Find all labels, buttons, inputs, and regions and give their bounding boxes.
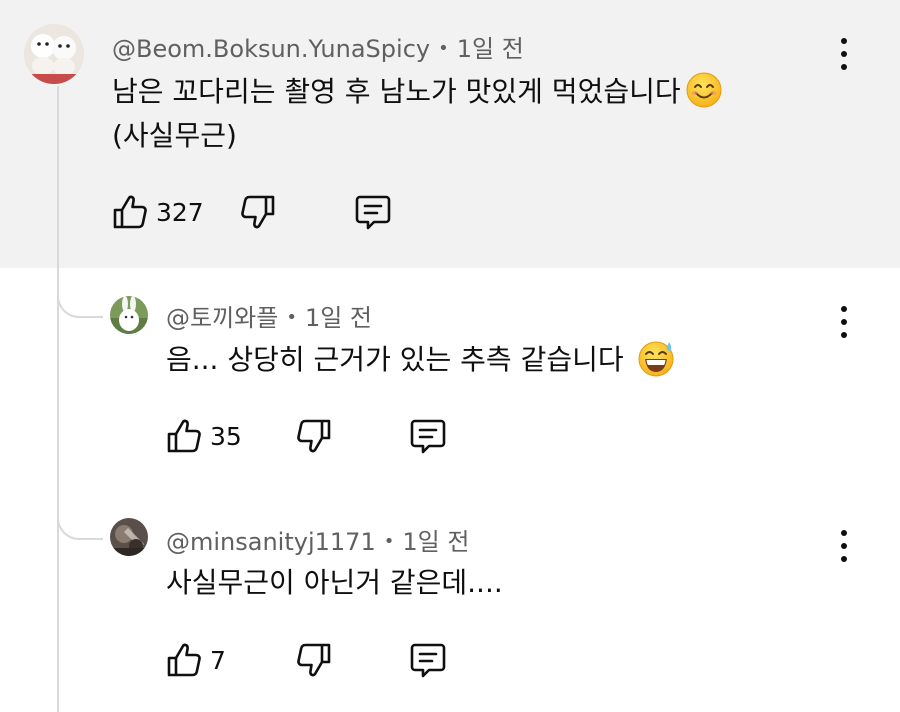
- smiling-face-emoji-icon: [686, 72, 722, 108]
- separator-dot: •: [286, 307, 297, 328]
- more-options-button[interactable]: [832, 528, 856, 564]
- reply-icon: [355, 194, 391, 230]
- like-count: 7: [210, 645, 226, 675]
- thumbs-up-icon: [166, 642, 202, 678]
- timestamp[interactable]: 1일 전: [457, 35, 524, 63]
- like-button[interactable]: 35: [166, 414, 242, 458]
- reply-icon: [410, 418, 446, 454]
- reply-button[interactable]: [410, 414, 446, 458]
- timestamp[interactable]: 1일 전: [402, 528, 469, 556]
- more-options-button[interactable]: [832, 36, 856, 72]
- separator-dot: •: [383, 531, 395, 552]
- comment-text: 음... 상당히 근거가 있는 추측 같습니다: [166, 338, 676, 382]
- comment-meta: @토끼와플 • 1일 전: [166, 298, 372, 333]
- thumbs-down-icon: [240, 194, 276, 230]
- comment-line-2: (사실무근): [112, 119, 237, 152]
- thumbs-down-icon: [296, 642, 332, 678]
- reply-icon: [410, 642, 446, 678]
- avatar[interactable]: [110, 296, 148, 334]
- reply-connector: [57, 508, 103, 540]
- like-button[interactable]: 7: [166, 638, 226, 682]
- like-button[interactable]: 327: [112, 190, 204, 234]
- rabbit-avatar-icon: [110, 296, 148, 334]
- more-options-button[interactable]: [832, 304, 856, 340]
- author-name[interactable]: @Beom.Boksun.YunaSpicy: [112, 35, 430, 63]
- reply-connector: [57, 286, 103, 318]
- comment-line-1: 사실무근이 아닌거 같은데....: [166, 566, 503, 599]
- comment-text: 남은 꼬다리는 촬영 후 남노가 맛있게 먹었습니다 (사실무근): [112, 70, 723, 158]
- like-count: 35: [210, 421, 242, 451]
- author-name[interactable]: @토끼와플: [166, 304, 278, 332]
- timestamp[interactable]: 1일 전: [305, 304, 372, 332]
- author-name[interactable]: @minsanityj1171: [166, 528, 376, 556]
- thread-line: [57, 86, 59, 712]
- thumbs-down-icon: [296, 418, 332, 454]
- dogs-avatar-icon: [24, 24, 84, 84]
- avatar[interactable]: [24, 24, 84, 84]
- thumbs-up-icon: [166, 418, 202, 454]
- dislike-button[interactable]: [296, 638, 332, 682]
- dislike-button[interactable]: [240, 190, 276, 234]
- separator-dot: •: [438, 38, 449, 59]
- thumbs-up-icon: [112, 194, 148, 230]
- comment-meta: @Beom.Boksun.YunaSpicy • 1일 전: [112, 29, 524, 64]
- comment-line-1: 음... 상당히 근거가 있는 추측 같습니다: [166, 343, 624, 376]
- avatar[interactable]: [110, 518, 148, 556]
- comment-meta: @minsanityj1171 • 1일 전: [166, 522, 469, 557]
- reply-button[interactable]: [355, 190, 391, 234]
- comment-line-1: 남은 꼬다리는 촬영 후 남노가 맛있게 먹었습니다: [112, 75, 681, 108]
- like-count: 327: [156, 197, 204, 227]
- dislike-button[interactable]: [296, 414, 332, 458]
- grinning-sweat-emoji-icon: [638, 341, 674, 377]
- comment-text: 사실무근이 아닌거 같은데....: [166, 561, 503, 605]
- reply-button[interactable]: [410, 638, 446, 682]
- photo-avatar-icon: [110, 518, 148, 556]
